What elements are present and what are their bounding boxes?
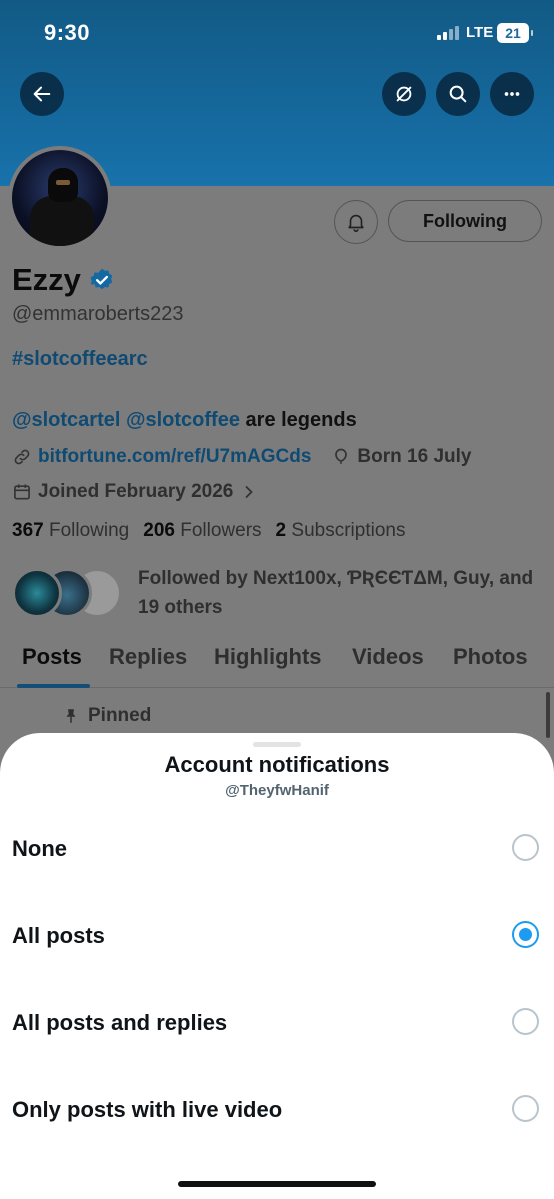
active-tab-indicator <box>17 684 90 688</box>
followed-by-avatars[interactable] <box>12 568 132 620</box>
following-button[interactable]: Following <box>388 200 542 242</box>
subscriptions-label: Subscriptions <box>291 520 406 541</box>
status-time: 9:30 <box>44 20 91 45</box>
profile-bio: @slotcartel @slotcoffee are legends <box>12 409 357 432</box>
profile-name: Ezzy <box>12 262 81 297</box>
follower-avatar <box>12 568 62 618</box>
profile-joined: Joined February 2026 <box>38 481 234 502</box>
option-label: All posts <box>12 923 105 948</box>
option-all-posts[interactable]: All posts <box>0 909 554 969</box>
following-count: 367 <box>12 520 44 541</box>
profile-handle: @emmaroberts223 <box>12 303 184 325</box>
tab-photos[interactable]: Photos <box>453 644 528 670</box>
subscriptions-count: 2 <box>275 520 287 541</box>
bio-text: are legends <box>245 409 357 431</box>
signal-icon <box>437 26 459 40</box>
bio-mention-slotcartel[interactable]: @slotcartel <box>12 409 120 431</box>
option-none[interactable]: None <box>0 822 554 882</box>
avatar[interactable] <box>8 146 112 250</box>
option-label: All posts and replies <box>12 1010 228 1035</box>
profile-counts: 367 Following 206 Followers 2 Subscripti… <box>12 520 405 542</box>
battery-icon: 21 <box>497 23 533 43</box>
search-button[interactable] <box>436 72 480 116</box>
radio-button-selected[interactable] <box>512 921 539 948</box>
link-icon <box>14 449 30 465</box>
avatar-figure-head <box>48 168 78 202</box>
tab-replies[interactable]: Replies <box>109 644 187 670</box>
back-button[interactable] <box>20 72 64 116</box>
profile-meta-row-2[interactable]: Joined February 2026 <box>12 481 259 503</box>
tab-videos[interactable]: Videos <box>352 644 424 670</box>
followers-label: Followers <box>180 520 262 541</box>
balloon-icon <box>335 448 348 464</box>
profile-tabs: Posts Replies Highlights Videos Photos <box>0 636 554 688</box>
status-bar: 9:30 LTE 21 <box>0 0 554 66</box>
profile-name-row: Ezzy <box>12 262 115 298</box>
radio-button[interactable] <box>512 1095 539 1122</box>
option-label: None <box>12 836 67 861</box>
profile-born: Born 16 July <box>357 446 472 467</box>
following-count-link[interactable]: 367 Following <box>12 520 129 542</box>
tab-posts[interactable]: Posts <box>22 644 82 670</box>
pin-icon <box>66 709 76 723</box>
radio-button[interactable] <box>512 1008 539 1035</box>
avatar-figure-body <box>30 196 94 246</box>
sheet-subtitle: @TheyfwHanif <box>225 782 329 799</box>
more-icon <box>504 92 520 96</box>
chevron-right-icon <box>245 486 254 498</box>
bio-mention-slotcoffee[interactable]: @slotcoffee <box>126 409 240 431</box>
profile-link[interactable]: bitfortune.com/ref/U7mAGCds <box>38 446 311 468</box>
arrow-left-icon <box>33 86 51 102</box>
notifications-bell-button[interactable] <box>334 200 378 244</box>
followed-by-text[interactable]: Followed by Next100x, ƤƦЄЄƬΔM, Guy, and … <box>138 564 538 622</box>
more-button[interactable] <box>490 72 534 116</box>
home-indicator[interactable] <box>178 1181 376 1187</box>
search-icon <box>449 85 467 103</box>
network-label: LTE <box>466 24 494 41</box>
verified-badge-icon <box>90 268 113 290</box>
option-all-posts-and-replies[interactable]: All posts and replies <box>0 996 554 1056</box>
option-live-video[interactable]: Only posts with live video <box>0 1083 554 1143</box>
scrollbar[interactable] <box>546 692 550 738</box>
subscriptions-count-link[interactable]: 2 Subscriptions <box>276 520 406 542</box>
option-label: Only posts with live video <box>12 1097 283 1122</box>
radio-button[interactable] <box>512 834 539 861</box>
sheet-grabber[interactable] <box>253 742 301 747</box>
profile-meta-row-1: bitfortune.com/ref/U7mAGCds Born 16 July <box>12 446 471 468</box>
followers-count-link[interactable]: 206 Followers <box>143 520 261 542</box>
avatar-figure-eyes <box>56 180 70 185</box>
bell-icon <box>348 214 364 232</box>
pinned-label-row: Pinned <box>62 705 151 727</box>
tab-highlights[interactable]: Highlights <box>214 644 322 670</box>
calendar-icon <box>14 484 30 500</box>
grok-button[interactable] <box>382 72 426 116</box>
pinned-label: Pinned <box>88 705 152 726</box>
sheet-title: Account notifications <box>164 752 390 777</box>
following-label: Following <box>48 520 130 541</box>
grok-icon <box>396 86 412 102</box>
followers-count: 206 <box>143 520 175 541</box>
profile-hashtag[interactable]: #slotcoffeearc <box>12 348 148 371</box>
